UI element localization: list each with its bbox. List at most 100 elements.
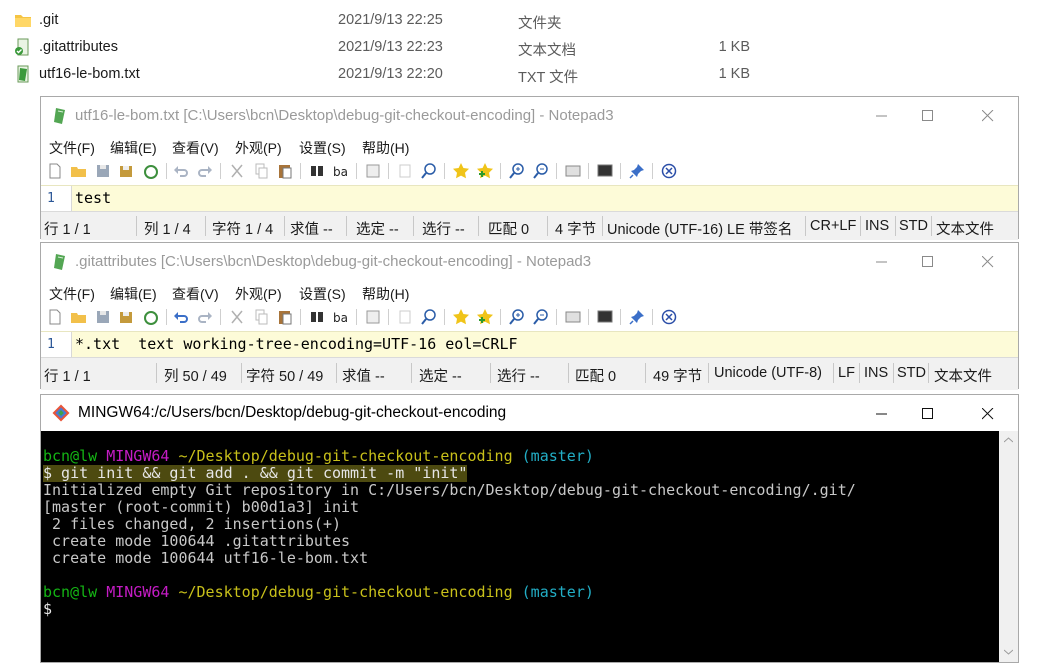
- add-favorite-icon[interactable]: [476, 308, 494, 326]
- undo-icon[interactable]: [172, 308, 190, 326]
- zoom-out-icon[interactable]: [532, 162, 550, 180]
- new-file-icon[interactable]: [46, 162, 64, 180]
- menu-file[interactable]: 文件(F): [49, 138, 95, 158]
- menu-view[interactable]: 查看(V): [172, 138, 219, 158]
- maximize-button[interactable]: [905, 395, 951, 433]
- menu-edit[interactable]: 编辑(E): [110, 284, 157, 304]
- title-bar[interactable]: utf16-le-bom.txt [C:\Users\bcn\Desktop\d…: [41, 97, 1018, 135]
- status-std[interactable]: STD: [897, 365, 926, 381]
- goto-line-icon[interactable]: [364, 308, 382, 326]
- editor-area[interactable]: 1 test: [41, 185, 1018, 211]
- status-encoding[interactable]: Unicode (UTF-16) LE 带签名: [607, 218, 792, 239]
- redo-icon[interactable]: [196, 308, 214, 326]
- menu-appearance[interactable]: 外观(P): [235, 284, 282, 304]
- status-encoding[interactable]: Unicode (UTF-8): [714, 365, 822, 381]
- file-row-gitattributes[interactable]: .gitattributes 2021/9/13 22:23 文本文档 1 KB: [0, 34, 1038, 60]
- git-bash-icon: [52, 404, 70, 422]
- minimize-icon: [876, 413, 887, 415]
- zoom-icon[interactable]: [420, 308, 438, 326]
- replace-icon[interactable]: ba: [332, 162, 350, 180]
- zoom-in-icon[interactable]: [508, 162, 526, 180]
- menu-appearance[interactable]: 外观(P): [235, 138, 282, 158]
- status-selected: 选定 --: [419, 369, 462, 385]
- maximize-button[interactable]: [905, 97, 951, 135]
- goto-line-icon[interactable]: [364, 162, 382, 180]
- status-ins[interactable]: INS: [865, 218, 889, 234]
- favorite-icon[interactable]: [452, 308, 470, 326]
- notepad3-window-utf16[interactable]: utf16-le-bom.txt [C:\Users\bcn\Desktop\d…: [40, 96, 1019, 240]
- word-wrap-icon[interactable]: [396, 308, 414, 326]
- menu-file[interactable]: 文件(F): [49, 284, 95, 304]
- close-button[interactable]: [965, 243, 1011, 281]
- editor-area[interactable]: 1 *.txt text working-tree-encoding=UTF-1…: [41, 331, 1018, 357]
- editor-text[interactable]: *.txt text working-tree-encoding=UTF-16 …: [75, 335, 518, 353]
- undo-icon[interactable]: [172, 162, 190, 180]
- copy-icon[interactable]: [252, 308, 270, 326]
- scroll-up-icon[interactable]: [1004, 437, 1013, 443]
- status-std[interactable]: STD: [899, 218, 928, 234]
- exit-icon[interactable]: [660, 162, 678, 180]
- menu-bar: 文件(F) 编辑(E) 查看(V) 外观(P) 设置(S) 帮助(H): [41, 281, 1018, 305]
- revert-icon[interactable]: [142, 162, 160, 180]
- menu-edit[interactable]: 编辑(E): [110, 138, 157, 158]
- save-as-icon[interactable]: [118, 308, 136, 326]
- find-icon[interactable]: [308, 162, 326, 180]
- status-eol[interactable]: LF: [838, 365, 855, 381]
- status-lexer[interactable]: 文本文件: [936, 218, 994, 239]
- add-favorite-icon[interactable]: [476, 162, 494, 180]
- exit-icon[interactable]: [660, 308, 678, 326]
- close-button[interactable]: [965, 395, 1011, 433]
- scheme-icon[interactable]: [564, 308, 582, 326]
- zoom-out-icon[interactable]: [532, 308, 550, 326]
- scroll-down-icon[interactable]: [1004, 649, 1013, 655]
- replace-icon[interactable]: ba: [332, 308, 350, 326]
- cut-icon[interactable]: [228, 308, 246, 326]
- zoom-in-icon[interactable]: [508, 308, 526, 326]
- file-row-utf16[interactable]: utf16-le-bom.txt 2021/9/13 22:20 TXT 文件 …: [0, 61, 1038, 87]
- menu-help[interactable]: 帮助(H): [362, 138, 409, 158]
- minimize-button[interactable]: [859, 97, 905, 135]
- save-icon[interactable]: [94, 162, 112, 180]
- menu-settings[interactable]: 设置(S): [299, 138, 346, 158]
- editor-text[interactable]: test: [75, 189, 111, 207]
- title-bar[interactable]: .gitattributes [C:\Users\bcn\Desktop\deb…: [41, 243, 1018, 281]
- notepad3-window-gitattributes[interactable]: .gitattributes [C:\Users\bcn\Desktop\deb…: [40, 242, 1019, 390]
- menu-view[interactable]: 查看(V): [172, 284, 219, 304]
- status-eol[interactable]: CR+LF: [810, 218, 856, 234]
- find-icon[interactable]: [308, 308, 326, 326]
- close-button[interactable]: [965, 97, 1011, 135]
- redo-icon[interactable]: [196, 162, 214, 180]
- file-name: .git: [39, 12, 59, 28]
- pin-icon[interactable]: [628, 162, 646, 180]
- save-icon[interactable]: [94, 308, 112, 326]
- file-row-git[interactable]: .git 2021/9/13 22:25 文件夹: [0, 7, 1038, 33]
- open-file-icon[interactable]: [70, 308, 88, 326]
- maximize-button[interactable]: [905, 243, 951, 281]
- status-ins[interactable]: INS: [864, 365, 888, 381]
- menu-help[interactable]: 帮助(H): [362, 284, 409, 304]
- minimize-button[interactable]: [859, 395, 905, 433]
- revert-icon[interactable]: [142, 308, 160, 326]
- minimize-button[interactable]: [859, 243, 905, 281]
- customize-icon[interactable]: [596, 162, 614, 180]
- menu-settings[interactable]: 设置(S): [299, 284, 346, 304]
- favorite-icon[interactable]: [452, 162, 470, 180]
- terminal-screen[interactable]: bcn@lw MINGW64 ~/Desktop/debug-git-check…: [41, 431, 999, 662]
- status-lexer[interactable]: 文本文件: [934, 365, 992, 386]
- title-bar[interactable]: MINGW64:/c/Users/bcn/Desktop/debug-git-c…: [41, 395, 1018, 431]
- paste-icon[interactable]: [276, 308, 294, 326]
- open-file-icon[interactable]: [70, 162, 88, 180]
- paste-icon[interactable]: [276, 162, 294, 180]
- pin-icon[interactable]: [628, 308, 646, 326]
- cut-icon[interactable]: [228, 162, 246, 180]
- mingw64-terminal-window[interactable]: MINGW64:/c/Users/bcn/Desktop/debug-git-c…: [40, 394, 1019, 663]
- zoom-icon[interactable]: [420, 162, 438, 180]
- new-file-icon[interactable]: [46, 308, 64, 326]
- word-wrap-icon[interactable]: [396, 162, 414, 180]
- terminal-scrollbar[interactable]: [999, 431, 1018, 662]
- prompt-branch: (master): [521, 447, 594, 465]
- scheme-icon[interactable]: [564, 162, 582, 180]
- customize-icon[interactable]: [596, 308, 614, 326]
- save-as-icon[interactable]: [118, 162, 136, 180]
- copy-icon[interactable]: [252, 162, 270, 180]
